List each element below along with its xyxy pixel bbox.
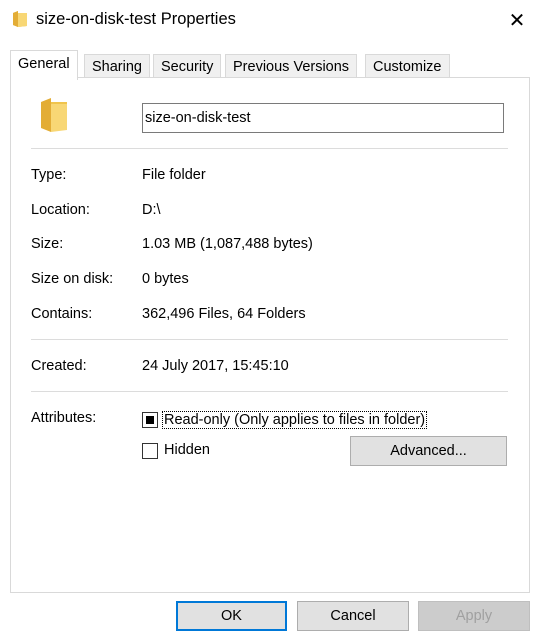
- tab-strip: General Sharing Security Previous Versio…: [10, 50, 530, 80]
- tab-sharing[interactable]: Sharing: [84, 54, 150, 79]
- attributes-label: Attributes:: [31, 410, 97, 426]
- indeterminate-mark: [146, 416, 154, 424]
- location-label: Location:: [31, 202, 90, 218]
- created-value: 24 July 2017, 15:45:10: [142, 358, 289, 374]
- type-label: Type:: [31, 167, 67, 183]
- close-icon: ✕: [508, 9, 526, 32]
- divider: [31, 148, 508, 149]
- contains-value: 362,496 Files, 64 Folders: [142, 306, 306, 322]
- size-label: Size:: [31, 236, 64, 252]
- tab-previous-versions[interactable]: Previous Versions: [225, 54, 358, 79]
- advanced-button[interactable]: Advanced...: [350, 436, 507, 466]
- divider: [31, 339, 508, 340]
- general-panel: Type: File folder Location: D:\ Size: 1.…: [10, 77, 530, 593]
- tab-general[interactable]: General: [10, 50, 78, 80]
- hidden-checkbox-label[interactable]: Hidden: [164, 442, 210, 458]
- type-value: File folder: [142, 167, 206, 183]
- window-title: size-on-disk-test Properties: [36, 10, 236, 28]
- contains-label: Contains:: [31, 306, 93, 322]
- hidden-checkbox[interactable]: [142, 443, 158, 459]
- created-label: Created:: [31, 358, 87, 374]
- size-on-disk-label: Size on disk:: [31, 271, 114, 287]
- properties-window: size-on-disk-test Properties ✕ General S…: [0, 0, 540, 641]
- folder-icon: [41, 98, 67, 132]
- location-value: D:\: [142, 202, 161, 218]
- divider: [31, 391, 508, 392]
- tab-customize[interactable]: Customize: [365, 54, 450, 79]
- size-value: 1.03 MB (1,087,488 bytes): [142, 236, 313, 252]
- readonly-checkbox[interactable]: [142, 412, 158, 428]
- title-bar[interactable]: size-on-disk-test Properties ✕: [0, 0, 540, 42]
- readonly-checkbox-label[interactable]: Read-only (Only applies to files in fold…: [162, 411, 428, 429]
- close-button[interactable]: ✕: [494, 0, 540, 40]
- folder-icon: [13, 11, 27, 27]
- cancel-button[interactable]: Cancel: [297, 601, 409, 631]
- size-on-disk-value: 0 bytes: [142, 271, 189, 287]
- tab-security[interactable]: Security: [153, 54, 222, 79]
- ok-button[interactable]: OK: [176, 601, 287, 631]
- folder-name-input[interactable]: [142, 103, 504, 133]
- apply-button[interactable]: Apply: [418, 601, 530, 631]
